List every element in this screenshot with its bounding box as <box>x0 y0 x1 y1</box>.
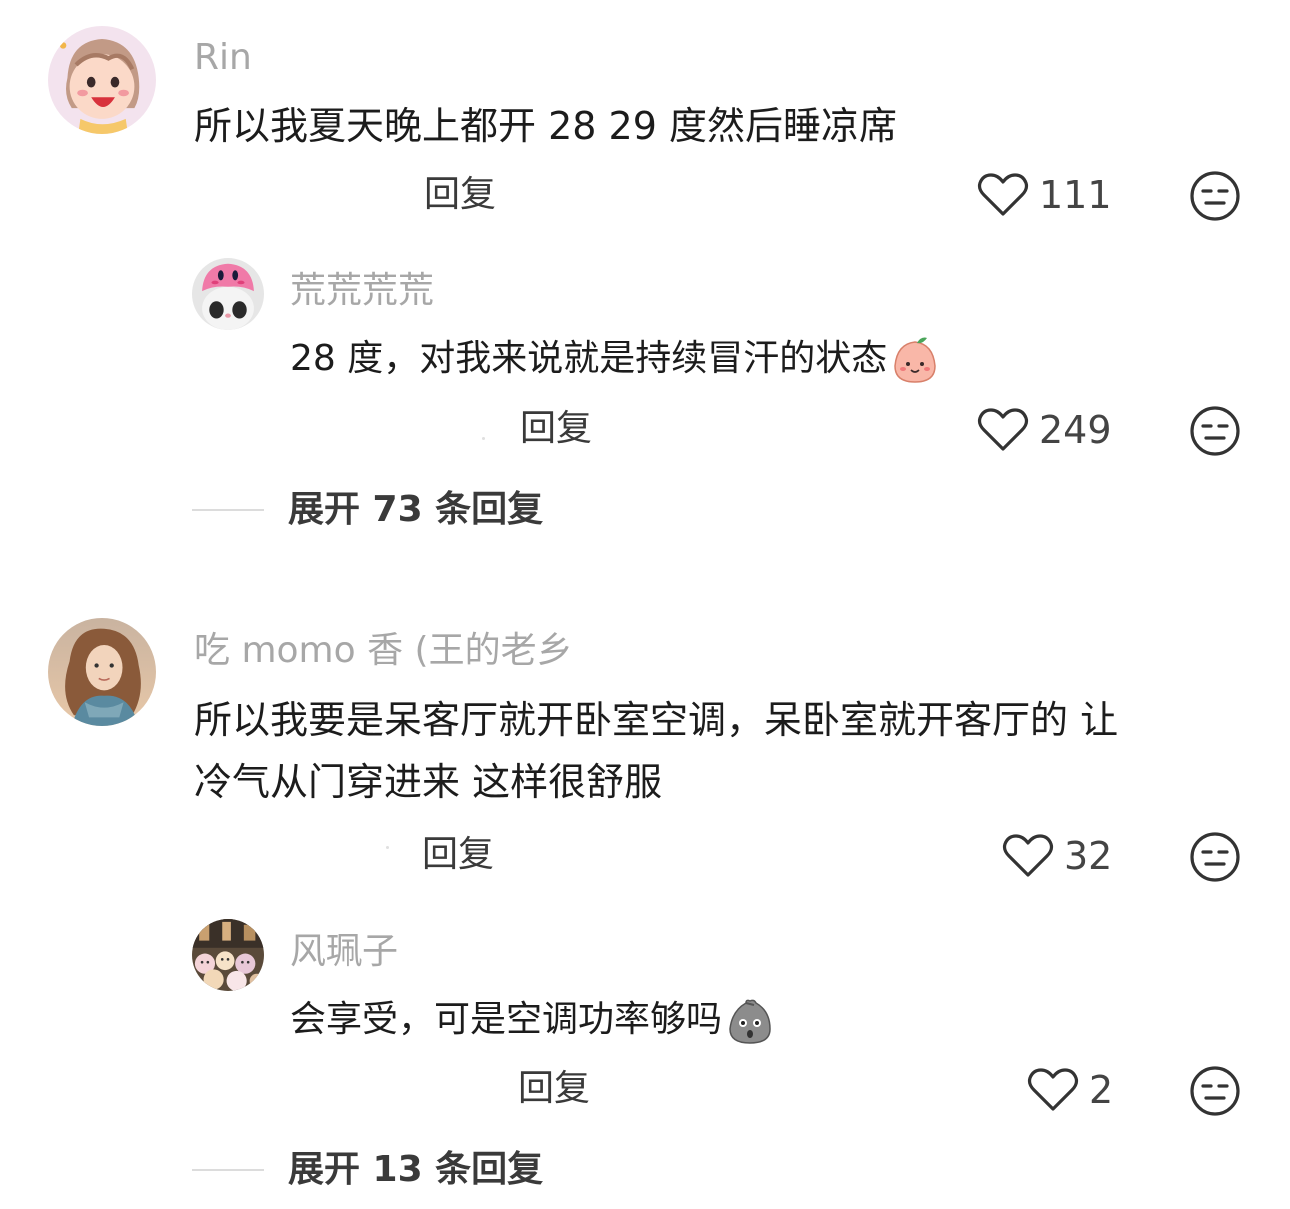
reply-button[interactable]: 回复 <box>518 1071 590 1107</box>
like-button[interactable]: 249 <box>977 407 1112 453</box>
username[interactable]: 风珮子 <box>290 934 398 970</box>
heart-icon <box>1002 834 1054 877</box>
comment-text-body: 会享受，可是空调功率够吗 <box>290 999 723 1040</box>
heart-icon <box>1027 1068 1079 1111</box>
like-count: 2 <box>1089 1068 1114 1112</box>
username[interactable]: 吃 momo 香 (王的老乡 <box>194 633 573 669</box>
avatar[interactable] <box>48 618 156 726</box>
divider-dot <box>482 437 485 440</box>
like-count: 32 <box>1064 834 1113 878</box>
plush-toys-avatar <box>192 919 264 991</box>
avatar[interactable] <box>192 258 264 330</box>
comment-text-body: 28 度，对我来说就是持续冒汗的状态 <box>290 338 888 379</box>
comment-text: 所以我夏天晚上都开 28 29 度然后睡凉席 <box>194 95 897 157</box>
like-button[interactable]: 32 <box>1002 833 1112 879</box>
expand-replies-button[interactable]: 展开 13 条回复 <box>192 1152 543 1188</box>
dislike-button[interactable] <box>1189 170 1241 222</box>
meh-face-icon <box>1190 832 1240 882</box>
expand-divider <box>192 1169 264 1171</box>
avatar[interactable] <box>48 26 156 134</box>
comment-text-body: 所以我夏天晚上都开 28 29 度然后睡凉席 <box>194 104 897 148</box>
username[interactable]: 荒荒荒荒 <box>290 273 434 309</box>
divider-dot <box>386 846 389 849</box>
expand-label: 展开 73 条回复 <box>288 489 544 530</box>
cartoon-girl-avatar <box>48 26 156 134</box>
expand-divider <box>192 509 264 511</box>
like-button[interactable]: 2 <box>1027 1067 1113 1113</box>
username[interactable]: Rin <box>194 40 252 76</box>
like-count: 249 <box>1039 408 1112 452</box>
meh-face-icon <box>1190 406 1240 456</box>
shocked-bag-emoji <box>724 995 776 1047</box>
dislike-button[interactable] <box>1189 405 1241 457</box>
heart-icon <box>977 173 1029 216</box>
kirby-cat-avatar <box>192 258 264 330</box>
avatar[interactable] <box>192 919 264 991</box>
comment-text: 会享受，可是空调功率够吗 <box>290 989 776 1051</box>
expand-replies-button[interactable]: 展开 73 条回复 <box>192 492 543 528</box>
comment-text: 28 度，对我来说就是持续冒汗的状态 <box>290 328 941 390</box>
meh-face-icon <box>1190 171 1240 221</box>
comment-text-line: 冷气从门穿进来 这样很舒服 <box>194 760 663 804</box>
heart-icon <box>977 408 1029 451</box>
reply-button[interactable]: 回复 <box>422 837 494 873</box>
reply-button[interactable]: 回复 <box>520 411 592 447</box>
peach-face-emoji <box>889 334 941 386</box>
dislike-button[interactable] <box>1189 1065 1241 1117</box>
comment-text: 所以我要是呆客厅就开卧室空调，呆卧室就开客厅的 让 冷气从门穿进来 这样很舒服 <box>194 689 1118 813</box>
like-count: 111 <box>1039 173 1112 217</box>
expand-label: 展开 13 条回复 <box>288 1149 544 1190</box>
meh-face-icon <box>1190 1066 1240 1116</box>
like-button[interactable]: 111 <box>977 172 1112 218</box>
woman-portrait-avatar <box>48 618 156 726</box>
comment-text-line: 所以我要是呆客厅就开卧室空调，呆卧室就开客厅的 让 <box>194 698 1119 742</box>
dislike-button[interactable] <box>1189 831 1241 883</box>
reply-button[interactable]: 回复 <box>424 177 496 213</box>
